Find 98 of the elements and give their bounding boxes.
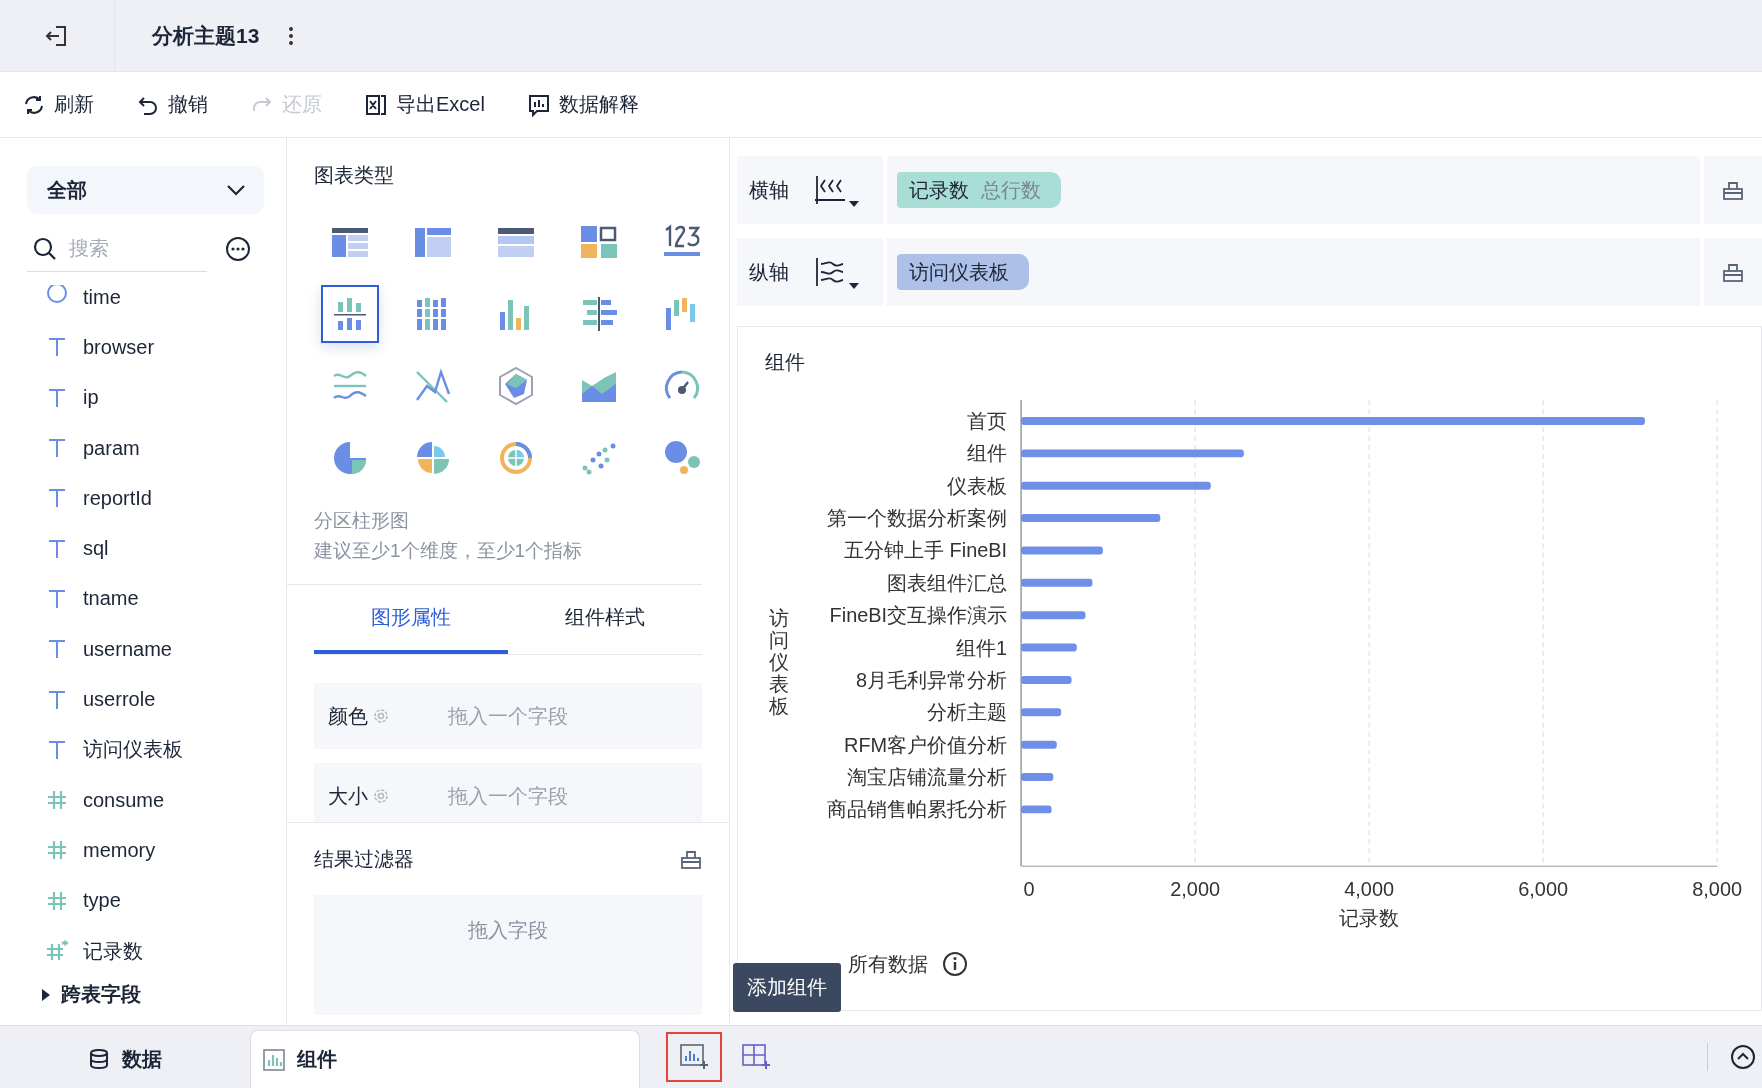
tick-label: 0 [1023,878,1035,900]
bottom-tab[interactable]: 组件 [250,1030,640,1088]
bar [1021,708,1062,717]
category-label: 图表组件汇总 [887,571,1008,594]
property-label: 颜色 [328,703,368,729]
toolbox-icon [1722,261,1744,283]
bar [1021,611,1086,620]
add-widget-button[interactable] [666,1032,722,1082]
section-title: 图表类型 [313,163,395,188]
drop-placeholder: 拖入一个字段 [448,783,568,809]
field-item[interactable]: username [27,624,264,675]
chevron-up-icon [1730,1044,1756,1070]
bar [1021,643,1077,652]
footer-text: 所有数据 [848,951,928,977]
category-label: 五分钟上手 FineBI [844,539,1008,562]
caret-down-icon [849,201,859,207]
bar-chart-icon [263,1048,285,1071]
search-field[interactable]: 搜索 [67,236,187,261]
field-pill[interactable]: 记录数 总行数 [897,172,1061,208]
field-item[interactable]: ip [27,372,264,423]
bottom-tab[interactable]: 数据 [0,1030,250,1088]
toolbox-icon [680,848,702,870]
gear-icon [372,707,390,725]
tooltip: 添加组件 [733,963,841,1012]
add-table-icon [741,1043,771,1071]
category-label: 商品销售帕累托分析 [827,798,1008,821]
pill-note: 总行数 [981,177,1041,203]
info-icon [942,951,968,977]
drop-placeholder: 拖入一个字段 [448,703,568,729]
axis-title: 记录数 [1339,906,1400,929]
category-label: 首页 [967,410,1008,432]
category-label: 8月毛利异常分析 [856,668,1008,691]
window-title: 分析主题13 [152,22,260,49]
field-group[interactable]: 跨表字段 [27,980,264,1010]
explain-icon [526,92,551,117]
tick-label: 6,000 [1518,878,1569,900]
scope-dropdown[interactable]: 全部 [27,166,264,214]
axis-title: 访问仪表板 [769,606,789,717]
field-pill[interactable]: 访问仪表板 [897,254,1029,290]
field-item[interactable]: sql [27,523,264,574]
add-chart-icon [679,1043,709,1071]
chart-title: 组件 [764,350,806,375]
chart-type-name: 分区柱形图 [314,509,410,533]
category-label: 组件 [967,442,1008,465]
field-item[interactable]: type [27,875,264,926]
category-label: 组件1 [956,636,1008,659]
more-options-button[interactable] [225,236,251,262]
category-label: 第一个数据分析案例 [827,507,1008,530]
axis-label: 横轴 [748,177,790,203]
bar [1021,578,1093,587]
axis-label: 纵轴 [748,259,790,285]
toolbar-button[interactable]: 撤销 [136,91,208,118]
field-item[interactable]: userrole [27,674,264,725]
category-label: 分析主题 [927,701,1008,724]
drop-field[interactable]: 颜色 拖入一个字段 [314,683,702,749]
ellipsis-icon [225,236,251,262]
toolbar-button[interactable]: 导出Excel [364,91,485,118]
drop-field[interactable]: 大小 拖入一个字段 [314,763,702,822]
bar [1021,740,1057,749]
caret-down-icon [849,283,859,289]
section-title: 结果过滤器 [314,846,414,872]
toolbar-button[interactable]: 数据解释 [526,91,639,118]
toolbar-button[interactable]: 刷新 [22,91,94,118]
category-label: FineBI交互操作演示 [829,604,1008,627]
category-label: RFM客户价值分析 [844,733,1008,756]
category-label: 仪表板 [947,474,1008,497]
field-item[interactable]: browser [27,322,264,373]
database-icon [88,1048,110,1070]
field-item[interactable]: 记录数 [27,925,264,977]
tick-label: 4,000 [1344,878,1395,900]
tab[interactable]: 组件样式 [508,585,702,654]
search-icon [33,236,57,261]
chart-hint: 建议至少1个维度，至少1个指标 [314,539,584,563]
bar [1021,675,1072,684]
bar [1021,805,1052,814]
tick-label: 2,000 [1170,878,1221,900]
property-label: 大小 [328,783,368,809]
bar [1021,773,1054,781]
more-icon [289,26,294,45]
field-item[interactable]: 访问仪表板 [27,724,264,775]
axis-type-icon [813,174,847,206]
chevron-down-icon [226,184,246,196]
category-label: 淘宝店铺流量分析 [847,766,1008,788]
toolbox-icon [1722,179,1744,201]
caret-icon [41,988,51,1001]
field-item[interactable]: time [27,272,264,323]
excel-icon [364,92,388,117]
field-item[interactable]: param [27,422,264,474]
field-item[interactable]: tname [27,573,264,625]
hash-asterisk-icon [45,939,69,963]
tab[interactable]: 图形属性 [314,585,508,654]
field-item[interactable]: consume [27,774,264,826]
field-item[interactable]: reportId [27,473,264,524]
field-item[interactable]: memory [27,825,264,876]
chart-type-button[interactable] [320,285,379,343]
gear-icon [372,787,390,805]
tick-label: 8,000 [1692,878,1743,900]
pill-label: 记录数 [909,177,969,203]
